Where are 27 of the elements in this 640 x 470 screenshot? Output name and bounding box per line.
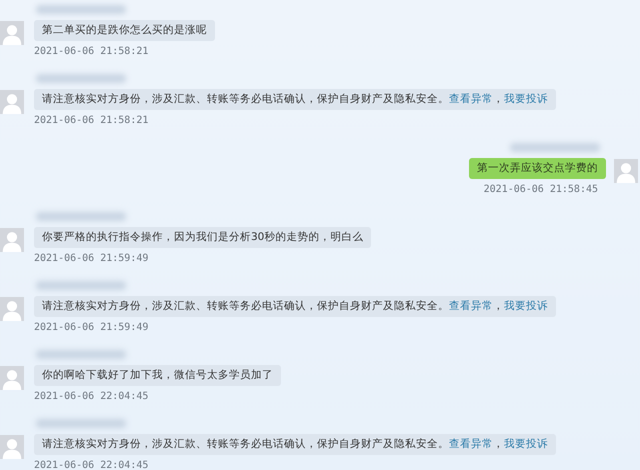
avatar-icon[interactable] — [0, 434, 24, 460]
message-time: 2021-06-06 22:04:45 — [34, 460, 148, 470]
message-time: 2021-06-06 21:58:21 — [34, 115, 148, 127]
report-link[interactable]: 我要投诉 — [504, 300, 548, 312]
view-anomaly-link[interactable]: 查看异常 — [449, 300, 493, 312]
message-time: 2021-06-06 21:59:49 — [34, 322, 148, 334]
message-time: 2021-06-06 21:59:49 — [34, 253, 148, 265]
avatar-icon[interactable] — [0, 89, 24, 115]
warning-message: 请注意核实对方身份，涉及汇款、转账等务必电话确认，保护自身财产及隐私安全。查看异常，我要投诉 — [34, 296, 556, 317]
avatar-icon[interactable] — [0, 227, 24, 253]
message-bubble: 第二单买的是跌你怎么买的是涨呢 — [34, 20, 215, 41]
avatar-icon[interactable] — [0, 296, 24, 322]
view-anomaly-link[interactable]: 查看异常 — [449, 438, 493, 450]
warning-message: 请注意核实对方身份，涉及汇款、转账等务必电话确认，保护自身财产及隐私安全。查看异常，我要投诉 — [34, 434, 556, 455]
message-bubble: 你的啊哈下载好了加下我，微信号太多学员加了 — [34, 365, 281, 386]
avatar-icon[interactable] — [0, 20, 24, 46]
report-link[interactable]: 我要投诉 — [504, 93, 548, 105]
avatar-icon[interactable] — [614, 158, 638, 184]
warning-message: 请注意核实对方身份，涉及汇款、转账等务必电话确认，保护自身财产及隐私安全。查看异常，我要投诉 — [34, 89, 556, 110]
view-anomaly-link[interactable]: 查看异常 — [449, 93, 493, 105]
message-time: 2021-06-06 22:04:45 — [34, 391, 148, 403]
message-time: 2021-06-06 21:58:45 — [484, 184, 598, 196]
message-bubble: 第一次弄应该交点学费的 — [469, 158, 606, 179]
report-link[interactable]: 我要投诉 — [504, 438, 548, 450]
message-bubble: 你要严格的执行指令操作，因为我们是分析30秒的走势的，明白么 — [34, 227, 372, 248]
avatar-icon[interactable] — [0, 365, 24, 391]
message-time: 2021-06-06 21:58:21 — [34, 46, 148, 58]
